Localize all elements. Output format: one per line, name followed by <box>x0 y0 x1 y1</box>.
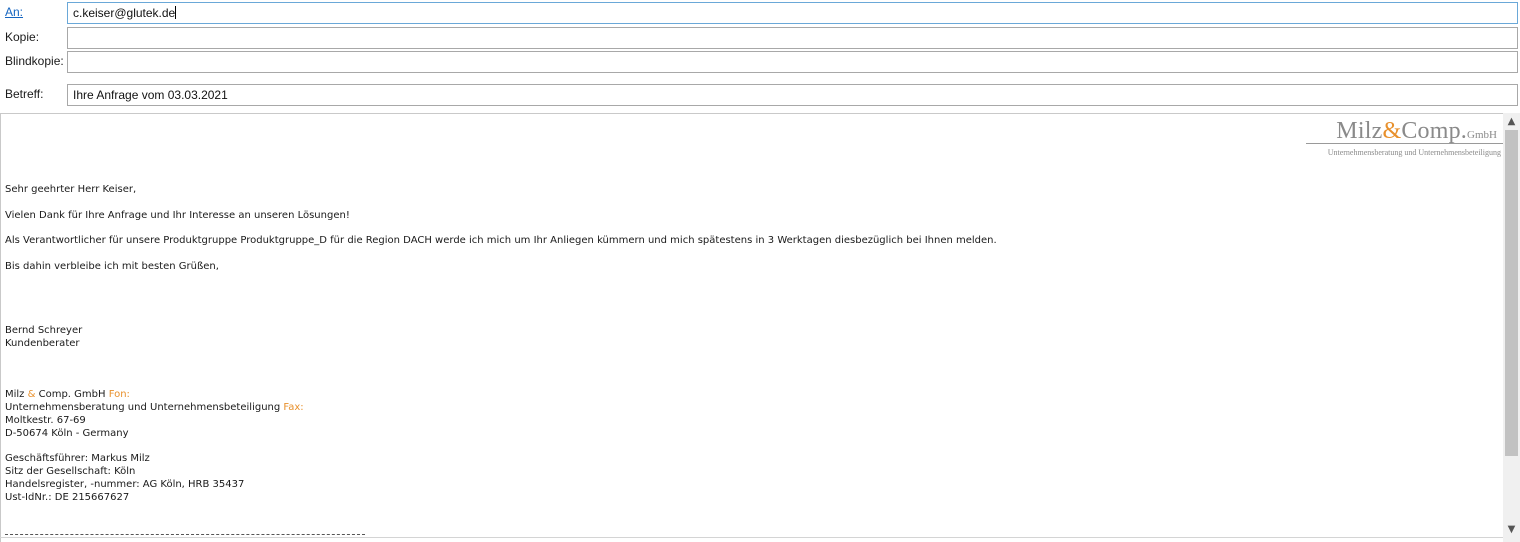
text-caret <box>175 6 177 19</box>
cc-row: Kopie: <box>0 27 1520 49</box>
signature-division: Unternehmensberatung und Unternehmensbet… <box>5 402 304 413</box>
body-bottom-border <box>0 537 1503 538</box>
signature-register: Handelsregister, -nummer: AG Köln, HRB 3… <box>5 479 245 490</box>
dashed-divider <box>5 534 365 535</box>
cc-label: Kopie: <box>5 30 40 44</box>
subject-row: Betreff: Ihre Anfrage vom 03.03.2021 <box>0 84 1520 106</box>
company-logo: Milz&Comp. GmbH Unternehmensberatung und… <box>1305 118 1505 160</box>
message-body[interactable]: Milz&Comp. GmbH Unternehmensberatung und… <box>0 113 1520 542</box>
scroll-up-icon[interactable]: ▲ <box>1503 113 1520 130</box>
to-row: An: c.keiser@glutek.de <box>0 2 1520 24</box>
signature-ceo: Geschäftsführer: Markus Milz <box>5 453 150 464</box>
logo-suffix: GmbH <box>1467 129 1497 141</box>
greeting: Sehr geehrter Herr Keiser, <box>5 184 137 195</box>
bcc-row: Blindkopie: <box>0 51 1520 73</box>
subject-field[interactable]: Ihre Anfrage vom 03.03.2021 <box>67 84 1518 106</box>
signature-vat: Ust-IdNr.: DE 215667627 <box>5 492 130 503</box>
signature-street: Moltkestr. 67-69 <box>5 415 86 426</box>
to-field[interactable]: c.keiser@glutek.de <box>67 2 1518 24</box>
signature-name: Bernd Schreyer <box>5 325 83 336</box>
bcc-field[interactable] <box>67 51 1518 73</box>
signature-city: D-50674 Köln - Germany <box>5 428 129 439</box>
logo-wordmark: Milz&Comp. <box>1336 118 1467 144</box>
scroll-thumb[interactable] <box>1505 130 1518 456</box>
signature-role: Kundenberater <box>5 338 80 349</box>
vertical-scrollbar[interactable]: ▲ ▼ <box>1503 113 1520 542</box>
subject-label: Betreff: <box>5 87 44 101</box>
bcc-label: Blindkopie: <box>5 54 64 68</box>
message-content[interactable]: Milz&Comp. GmbH Unternehmensberatung und… <box>5 114 1505 542</box>
body-line-1: Vielen Dank für Ihre Anfrage und Ihr Int… <box>5 210 350 221</box>
fon-label: Fon: <box>108 389 130 400</box>
fax-label: Fax: <box>283 402 304 413</box>
to-value: c.keiser@glutek.de <box>73 6 176 20</box>
logo-tagline: Unternehmensberatung und Unternehmensbet… <box>1327 148 1501 157</box>
scroll-down-icon[interactable]: ▼ <box>1503 521 1520 538</box>
signature-seat: Sitz der Gesellschaft: Köln <box>5 466 136 477</box>
cc-field[interactable] <box>67 27 1518 49</box>
to-button[interactable]: An: <box>5 5 23 19</box>
signature-company: Milz & Comp. GmbH Fon: <box>5 389 130 400</box>
closing: Bis dahin verbleibe ich mit besten Grüße… <box>5 261 219 272</box>
logo-underline <box>1306 143 1505 144</box>
body-line-2: Als Verantwortlicher für unsere Produktg… <box>5 235 997 246</box>
